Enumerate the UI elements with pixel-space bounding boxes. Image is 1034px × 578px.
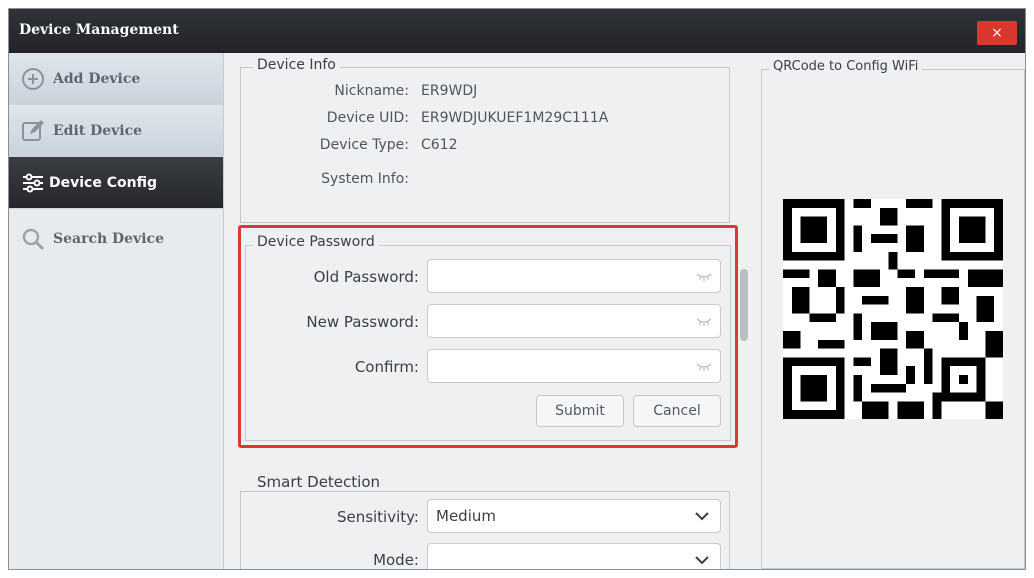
sidebar-item-label: Add Device — [53, 71, 141, 87]
device-management-window: Device Management × Add Device Edit Devi… — [8, 8, 1026, 570]
chevron-down-icon — [695, 556, 709, 565]
device-type-label: Device Type: — [319, 137, 409, 153]
qr-code-icon — [783, 199, 1003, 419]
sidebar-item-add-device[interactable]: Add Device — [9, 53, 223, 105]
highlight-box — [238, 225, 738, 448]
device-type-value: C612 — [421, 137, 458, 153]
system-info-label: System Info: — [321, 171, 409, 187]
device-info-title: Device Info — [253, 57, 340, 73]
sidebar: Add Device Edit Device Device Config Sea… — [9, 53, 224, 569]
close-button[interactable]: × — [977, 21, 1017, 45]
sidebar-item-label: Edit Device — [53, 123, 143, 139]
qr-title: QRCode to Config WiFi — [769, 59, 923, 74]
sidebar-item-label: Search Device — [53, 231, 164, 247]
mode-label: Mode: — [373, 551, 419, 569]
sidebar-item-search-device[interactable]: Search Device — [9, 221, 223, 273]
search-icon — [22, 228, 45, 251]
device-uid-label: Device UID: — [326, 110, 409, 126]
sensitivity-select[interactable]: Medium — [427, 499, 721, 533]
sidebar-item-edit-device[interactable]: Edit Device — [9, 105, 223, 157]
scrollbar-thumb[interactable] — [740, 269, 748, 341]
scrollbar[interactable] — [738, 53, 750, 569]
sliders-icon — [23, 173, 43, 193]
mode-select[interactable] — [427, 543, 721, 569]
plus-circle-icon — [22, 68, 44, 90]
window-title: Device Management — [19, 22, 179, 38]
nickname-value: ER9WDJ — [421, 83, 478, 99]
sidebar-item-device-config[interactable]: Device Config — [9, 157, 223, 209]
title-bar: Device Management × — [9, 9, 1025, 53]
chevron-down-icon — [695, 512, 709, 521]
nickname-label: Nickname: — [334, 83, 409, 99]
edit-icon — [22, 120, 44, 141]
device-uid-value: ER9WDJUKUEF1M29C111A — [421, 110, 609, 126]
sidebar-item-label: Device Config — [49, 175, 157, 191]
sensitivity-label: Sensitivity: — [336, 508, 419, 526]
smart-detection-title: Smart Detection — [253, 473, 385, 491]
qr-panel: QRCode to Config WiFi — [761, 59, 1025, 569]
